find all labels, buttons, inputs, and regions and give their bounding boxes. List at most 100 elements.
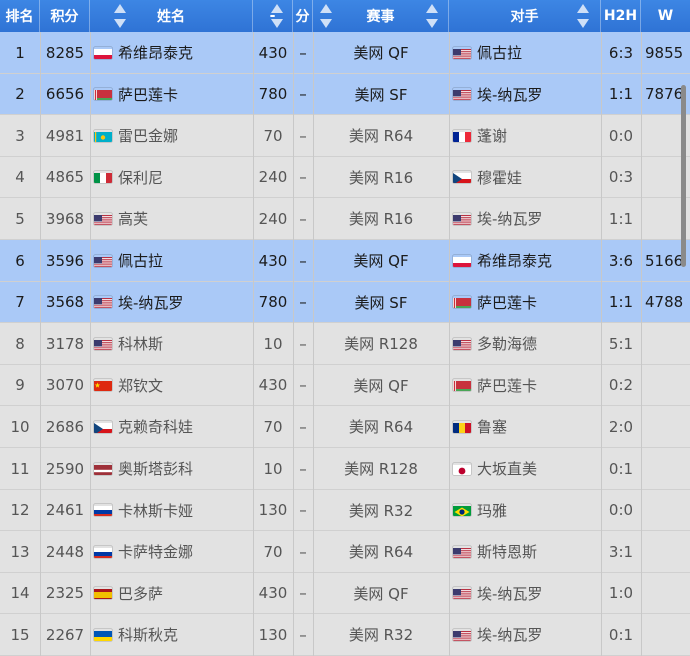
cell-h2h: 5:1	[601, 323, 641, 364]
cell-points: 2267	[40, 614, 90, 655]
event-text: 美网 SF	[354, 85, 408, 104]
dash-text: –	[299, 126, 307, 145]
h2h-text: 0:1	[608, 459, 634, 478]
table-row[interactable]: 4 4865 保利尼 240– 美网 R16 穆霍娃 0:3	[0, 156, 690, 198]
cell-w	[641, 490, 690, 531]
dash-text: –	[299, 293, 307, 312]
opponent-text: 埃-纳瓦罗	[477, 210, 543, 229]
table-row[interactable]: 5 3968 高芙 240– 美网 R16 埃-纳瓦罗 1:1	[0, 198, 690, 240]
cell-rank: 11	[0, 448, 40, 489]
rank-text: 4	[15, 168, 25, 187]
cell-dash: –	[293, 365, 313, 406]
cell-points: 3178	[40, 323, 90, 364]
cell-opponent: 玛雅	[449, 490, 605, 531]
header-score-label: 分	[295, 9, 310, 25]
cell-h2h: 0:1	[601, 448, 641, 489]
dash-text: –	[299, 334, 307, 353]
header-h2h[interactable]: H2H	[601, 0, 641, 32]
header-points[interactable]: 积分	[40, 0, 126, 32]
cell-rank: 12	[0, 490, 40, 531]
flag-us-icon	[453, 88, 471, 101]
cell-opponent: 蓬谢	[449, 115, 605, 156]
cell-points: 2590	[40, 448, 90, 489]
sort-icon[interactable]	[271, 4, 283, 28]
opponent-text: 鲁塞	[477, 418, 508, 437]
table-row[interactable]: 6 3596 佩古拉 430– 美网 QF 希维昂泰克 3:6 5166	[0, 240, 690, 281]
h2h-text: 0:0	[608, 501, 634, 520]
cell-dash: –	[293, 406, 313, 447]
cell-name: 卡萨特金娜	[90, 531, 257, 572]
dash-text: –	[299, 43, 307, 62]
cell-name: 奥斯塔彭科	[90, 448, 257, 489]
table-row[interactable]: 15 2267 科斯秋克 130– 美网 R32 埃-纳瓦罗 0:1	[0, 614, 690, 656]
h2h-text: 6:3	[608, 43, 634, 62]
header-score[interactable]: 分	[293, 0, 313, 32]
cell-defend: 70	[253, 406, 293, 447]
table-row[interactable]: 1 8285 希维昂泰克 430– 美网 QF 佩古拉 6:3 9855	[0, 32, 690, 73]
vertical-scrollbar[interactable]	[681, 85, 686, 267]
cell-rank: 7	[0, 282, 40, 323]
cell-h2h: 1:1	[601, 74, 641, 115]
cell-dash: –	[293, 323, 313, 364]
cell-event: 美网 R64	[313, 115, 449, 156]
event-text: 美网 R64	[348, 127, 414, 146]
table-row[interactable]: 14 2325 巴多萨 430– 美网 QF 埃-纳瓦罗 1:0	[0, 572, 690, 614]
column-divider	[313, 32, 314, 656]
flag-us-icon	[453, 47, 471, 59]
cell-w	[641, 614, 690, 655]
cell-opponent: 穆霍娃	[449, 157, 605, 198]
cell-opponent: 希维昂泰克	[449, 240, 605, 281]
flag-ru-icon	[94, 546, 112, 558]
cell-points: 3596	[40, 240, 90, 281]
table-row[interactable]: 9 3070 郑钦文 430– 美网 QF 萨巴莲卡 0:2	[0, 364, 690, 406]
table-row[interactable]: 8 3178 科林斯 10– 美网 R128 多勒海德 5:1	[0, 323, 690, 365]
header-name[interactable]: 姓名	[90, 0, 332, 32]
table-row[interactable]: 12 2461 卡林斯卡娅 130– 美网 R32 玛雅 0:0	[0, 489, 690, 531]
ranking-table: 排名 积分 姓名 - 分 赛事 对手 H2H W 1 8285 希维昂泰克 430– 美…	[0, 0, 690, 656]
cell-defend: 130	[253, 490, 293, 531]
header-rank[interactable]: 排名	[0, 0, 40, 32]
header-opponent[interactable]: 对手	[449, 0, 601, 32]
cell-h2h: 6:3	[601, 32, 641, 73]
rank-text: 3	[15, 126, 25, 145]
column-divider	[293, 32, 294, 656]
cell-dash: –	[293, 448, 313, 489]
sort-icon[interactable]	[426, 4, 438, 28]
event-text: 美网 QF	[353, 584, 409, 603]
cell-rank: 8	[0, 323, 40, 364]
event-text: 美网 R64	[348, 543, 414, 562]
dash-text: –	[299, 417, 307, 436]
cell-h2h: 2:0	[601, 406, 641, 447]
cell-w: 4788	[641, 282, 690, 323]
cell-event: 美网 R16	[313, 157, 449, 198]
table-row[interactable]: 10 2686 克赖奇科娃 70– 美网 R64 鲁塞 2:0	[0, 406, 690, 448]
cell-rank: 6	[0, 240, 40, 281]
opponent-text: 萨巴莲卡	[477, 293, 538, 312]
cell-points: 4981	[40, 115, 90, 156]
table-row[interactable]: 2 6656 萨巴莲卡 780– 美网 SF 埃-纳瓦罗 1:1 7876	[0, 73, 690, 115]
cell-points: 6656	[40, 74, 90, 115]
cell-h2h: 0:2	[601, 365, 641, 406]
cell-points: 2325	[40, 573, 90, 614]
header-defend[interactable]: -	[253, 0, 293, 32]
cell-dash: –	[293, 282, 313, 323]
cell-w	[641, 531, 690, 572]
table-row[interactable]: 3 4981 雷巴金娜 70– 美网 R64 蓬谢 0:0	[0, 115, 690, 157]
table-row[interactable]: 7 3568 埃-纳瓦罗 780– 美网 SF 萨巴莲卡 1:1 4788	[0, 281, 690, 323]
cell-h2h: 1:1	[601, 198, 641, 239]
column-divider	[253, 32, 254, 656]
header-w[interactable]: W	[641, 0, 690, 32]
cell-name: 克赖奇科娃	[90, 406, 257, 447]
h2h-text: 1:1	[608, 85, 634, 104]
header-event[interactable]: 赛事	[313, 0, 449, 32]
flag-ru-icon	[94, 504, 112, 517]
cell-w	[641, 323, 690, 364]
sort-icon[interactable]	[577, 4, 589, 28]
column-divider	[40, 32, 41, 656]
cell-points: 2461	[40, 490, 90, 531]
table-row[interactable]: 11 2590 奥斯塔彭科 10– 美网 R128 大坂直美 0:1	[0, 448, 690, 489]
flag-ua-icon	[94, 629, 112, 641]
defend-text: 240	[258, 168, 288, 187]
table-row[interactable]: 13 2448 卡萨特金娜 70– 美网 R64 斯特恩斯 3:1	[0, 531, 690, 573]
cell-rank: 3	[0, 115, 40, 156]
